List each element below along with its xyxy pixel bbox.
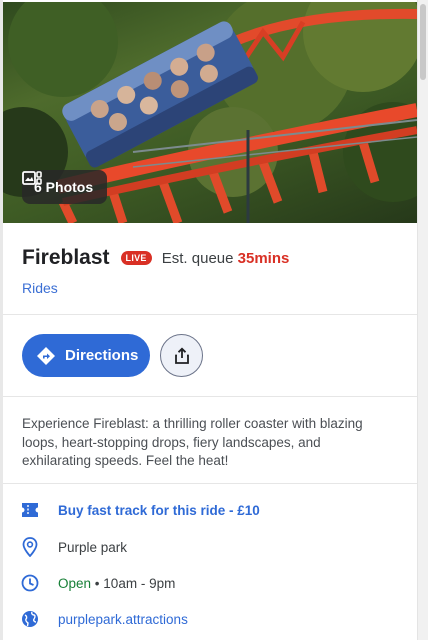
location-row: Purple park xyxy=(20,537,127,557)
attraction-title: Fireblast xyxy=(22,246,110,269)
directions-icon xyxy=(37,346,55,365)
queue-label: Est. queue xyxy=(161,249,234,267)
description-text: Experience Fireblast: a thrilling roller… xyxy=(22,416,363,468)
category-link[interactable]: Rides xyxy=(22,280,58,296)
divider xyxy=(3,483,417,484)
clock-icon xyxy=(20,573,40,593)
directions-label: Directions xyxy=(65,347,139,364)
location-text: Purple park xyxy=(58,539,128,555)
ticket-icon xyxy=(20,500,40,520)
scrollbar[interactable] xyxy=(418,0,428,640)
opening-hours: 10am - 9pm xyxy=(103,575,176,591)
share-icon xyxy=(174,347,189,364)
live-badge: LIVE xyxy=(120,251,152,265)
divider xyxy=(3,314,417,315)
photos-label: 6 Photos xyxy=(34,179,94,195)
fast-track-row[interactable]: Buy fast track for this ride - £10 xyxy=(20,500,260,520)
queue-value: 35mins xyxy=(237,249,290,267)
title-row: Fireblast LIVE Est. queue 35mins xyxy=(22,246,289,270)
scrollbar-thumb[interactable] xyxy=(420,4,426,80)
share-button[interactable] xyxy=(160,334,203,377)
photos-button[interactable]: 6 Photos xyxy=(22,170,108,204)
hours-text: Open • 10am - 9pm xyxy=(58,576,175,591)
hero-photo[interactable]: 6 Photos xyxy=(3,2,417,223)
website-link[interactable]: purplepark.attractions xyxy=(58,612,188,627)
photo-gallery-icon xyxy=(22,171,42,185)
globe-icon xyxy=(20,609,40,629)
fast-track-link[interactable]: Buy fast track for this ride - £10 xyxy=(58,503,260,518)
hours-row[interactable]: Open • 10am - 9pm xyxy=(20,573,175,593)
open-status: Open xyxy=(58,575,92,591)
website-row[interactable]: purplepark.attractions xyxy=(20,609,188,629)
queue-time: Est. queue 35mins xyxy=(162,250,290,267)
directions-button[interactable]: Directions xyxy=(22,334,150,377)
hours-separator: • xyxy=(94,575,100,591)
location-pin-icon xyxy=(20,537,40,557)
divider xyxy=(3,396,417,397)
